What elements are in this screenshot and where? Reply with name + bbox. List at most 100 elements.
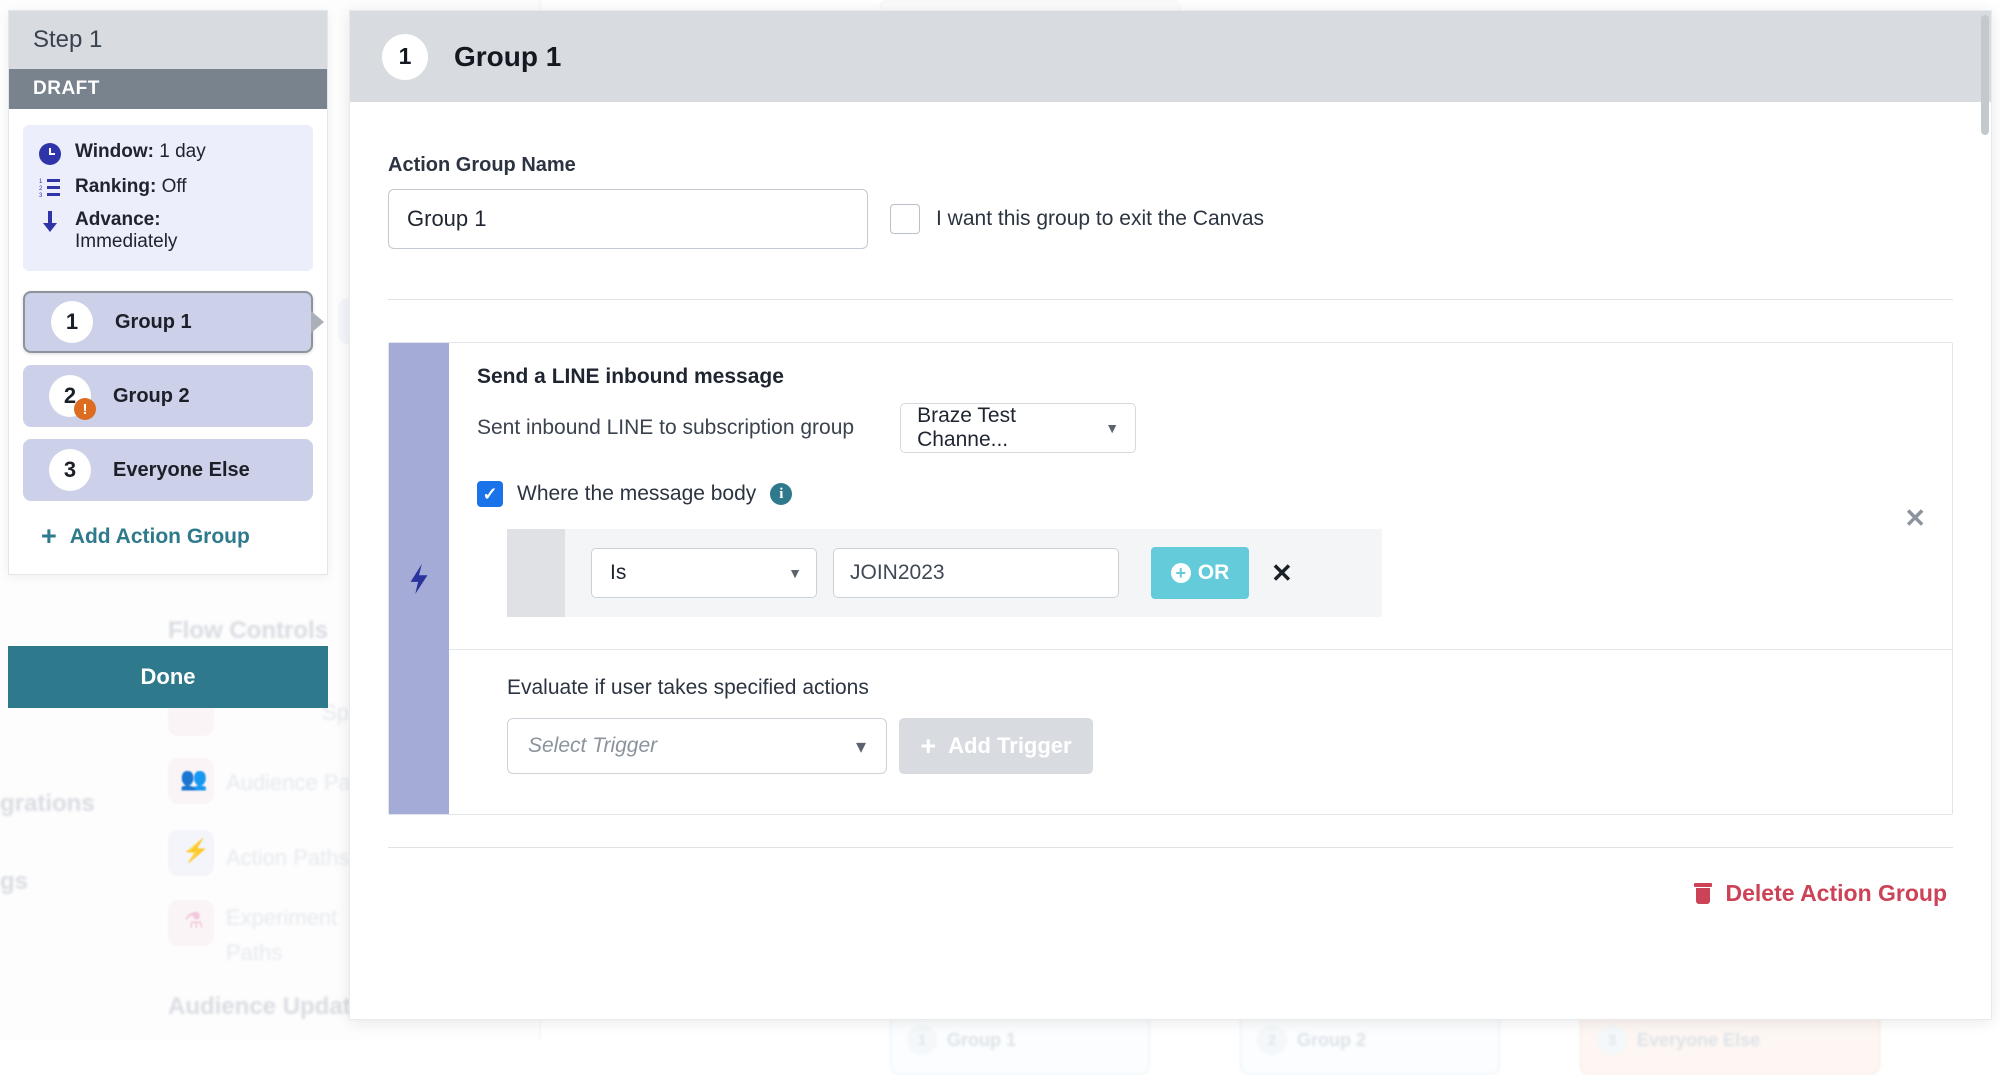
subscription-group-value: Braze Test Channe... xyxy=(917,404,1105,452)
subscription-group-row: Sent inbound LINE to subscription group … xyxy=(449,389,1952,453)
condition-operator-select[interactable]: Is ▼ xyxy=(591,548,817,598)
summary-value-window: 1 day xyxy=(159,141,205,162)
action-group-modal: 1 Group 1 Action Group Name I want this … xyxy=(349,10,1992,1020)
modal-header-number: 1 xyxy=(399,43,412,70)
group-number: 3 xyxy=(64,457,76,483)
warning-icon: ! xyxy=(74,398,96,420)
exit-canvas-label: I want this group to exit the Canvas xyxy=(936,207,1264,231)
svg-text:1: 1 xyxy=(39,179,43,185)
where-message-body-label: Where the message body xyxy=(517,482,756,506)
add-trigger-button[interactable]: + Add Trigger xyxy=(899,718,1093,774)
subscription-group-select[interactable]: Braze Test Channe... ▼ xyxy=(900,403,1136,453)
background-label: Flow Controls xyxy=(168,617,328,645)
summary-label-ranking: Ranking: xyxy=(75,176,156,197)
people-icon: 👥 xyxy=(180,766,207,792)
plus-icon: + xyxy=(41,523,57,550)
background-node-label: Group 1 xyxy=(947,1030,1016,1051)
plus-icon: + xyxy=(920,733,936,760)
sidebar-group-item-1[interactable]: 1 Group 1 xyxy=(23,291,313,353)
add-action-group-button[interactable]: + Add Action Group xyxy=(23,513,313,566)
down-arrow-icon xyxy=(37,209,63,233)
sidebar-group-item-2[interactable]: 2 ! Group 2 xyxy=(23,365,313,427)
action-card-rail xyxy=(389,343,449,814)
modal-header-badge: 1 xyxy=(382,34,428,80)
condition-row-inner: Is ▼ + OR ✕ xyxy=(565,529,1382,617)
action-card-title: Send a LINE inbound message xyxy=(449,343,1952,389)
background-node-label: Everyone Else xyxy=(1637,1030,1760,1051)
group-label: Group 1 xyxy=(115,311,192,334)
summary-label-window: Window: xyxy=(75,141,154,162)
chevron-down-icon: ▼ xyxy=(1105,420,1119,436)
background-node-number: 2 xyxy=(1257,1025,1287,1055)
exit-canvas-checkbox[interactable] xyxy=(890,204,920,234)
group-number: 1 xyxy=(66,309,78,335)
info-icon[interactable]: i xyxy=(770,483,792,505)
group-label: Group 2 xyxy=(113,385,190,408)
summary-row-advance: Advance: Immediately xyxy=(37,209,299,253)
group-badge: 3 xyxy=(49,449,91,491)
plus-circle-icon: + xyxy=(1171,563,1191,583)
group-label: Everyone Else xyxy=(113,459,250,482)
background-node-label: Group 2 xyxy=(1297,1030,1366,1051)
step-panel: Step 1 DRAFT Window: 1 day 1 xyxy=(8,10,328,575)
action-card-main: ✕ Send a LINE inbound message Sent inbou… xyxy=(449,343,1952,814)
modal-body: Action Group Name I want this group to e… xyxy=(350,154,1991,907)
clock-icon xyxy=(37,141,63,165)
remove-action-card-icon[interactable]: ✕ xyxy=(1904,503,1926,534)
summary-label-advance: Advance: xyxy=(75,209,177,231)
condition-value-input[interactable] xyxy=(833,548,1119,598)
condition-row-handle xyxy=(507,529,565,617)
or-label: OR xyxy=(1198,561,1230,585)
flask-icon: ⚗ xyxy=(184,908,204,934)
select-trigger-placeholder: Select Trigger xyxy=(528,734,657,758)
page-title: Group 1 xyxy=(454,41,561,73)
sidebar-group-item-3[interactable]: 3 Everyone Else xyxy=(23,439,313,501)
lightning-icon: ⚡ xyxy=(182,838,209,864)
status-badge: DRAFT xyxy=(33,78,100,100)
evaluate-actions-title: Evaluate if user takes specified actions xyxy=(449,650,1952,700)
action-group-name-row: I want this group to exit the Canvas xyxy=(388,189,1953,249)
step-summary-card: Window: 1 day 1 2 3 Ranking: xyxy=(23,125,313,271)
done-label: Done xyxy=(141,664,196,690)
add-trigger-label: Add Trigger xyxy=(948,733,1071,759)
ranking-list-icon: 1 2 3 xyxy=(37,176,63,198)
modal-header: 1 Group 1 xyxy=(350,11,1991,102)
background-label: Experiment xyxy=(226,905,337,931)
svg-text:2: 2 xyxy=(39,186,43,192)
background-label: Paths xyxy=(226,940,282,966)
delete-action-group-button[interactable]: Delete Action Group xyxy=(388,848,1953,907)
section-divider xyxy=(388,299,1953,300)
background-node-number: 1 xyxy=(907,1025,937,1055)
delete-action-group-label: Delete Action Group xyxy=(1726,880,1948,907)
remove-condition-icon[interactable]: ✕ xyxy=(1271,558,1293,589)
step-panel-body: Window: 1 day 1 2 3 Ranking: xyxy=(9,109,327,574)
svg-text:3: 3 xyxy=(39,193,43,198)
summary-row-ranking: 1 2 3 Ranking: Off xyxy=(37,176,299,198)
draft-status-bar: DRAFT xyxy=(9,69,327,109)
done-button[interactable]: Done xyxy=(8,646,328,708)
where-message-body-checkbox[interactable]: ✓ xyxy=(477,481,503,507)
background-label: Action Paths xyxy=(226,845,350,871)
background-label: Audience Update xyxy=(168,993,364,1021)
condition-operator-value: Is xyxy=(610,561,626,585)
action-group-name-input[interactable] xyxy=(388,189,868,249)
action-group-name-label: Action Group Name xyxy=(388,154,1953,177)
chevron-down-icon: ▾ xyxy=(856,734,866,759)
modal-scrollbar[interactable] xyxy=(1981,15,1989,135)
add-or-condition-button[interactable]: + OR xyxy=(1151,547,1249,599)
group-badge: 1 xyxy=(51,301,93,343)
trash-icon xyxy=(1693,883,1713,905)
selection-arrow-icon xyxy=(311,311,324,333)
add-action-group-label: Add Action Group xyxy=(70,525,250,549)
exit-canvas-checkbox-row: I want this group to exit the Canvas xyxy=(890,204,1264,234)
subscription-group-text: Sent inbound LINE to subscription group xyxy=(477,416,854,440)
condition-row: Is ▼ + OR ✕ xyxy=(507,529,1382,617)
chevron-down-icon: ▼ xyxy=(788,565,802,581)
where-message-body-row: ✓ Where the message body i xyxy=(449,453,1952,507)
step-title-bar: Step 1 xyxy=(9,11,327,69)
step-title: Step 1 xyxy=(33,26,102,54)
background-label: grations xyxy=(0,790,95,818)
action-card: ✕ Send a LINE inbound message Sent inbou… xyxy=(388,342,1953,815)
select-trigger-dropdown[interactable]: Select Trigger ▾ xyxy=(507,718,887,774)
lightning-bolt-icon xyxy=(406,564,432,594)
